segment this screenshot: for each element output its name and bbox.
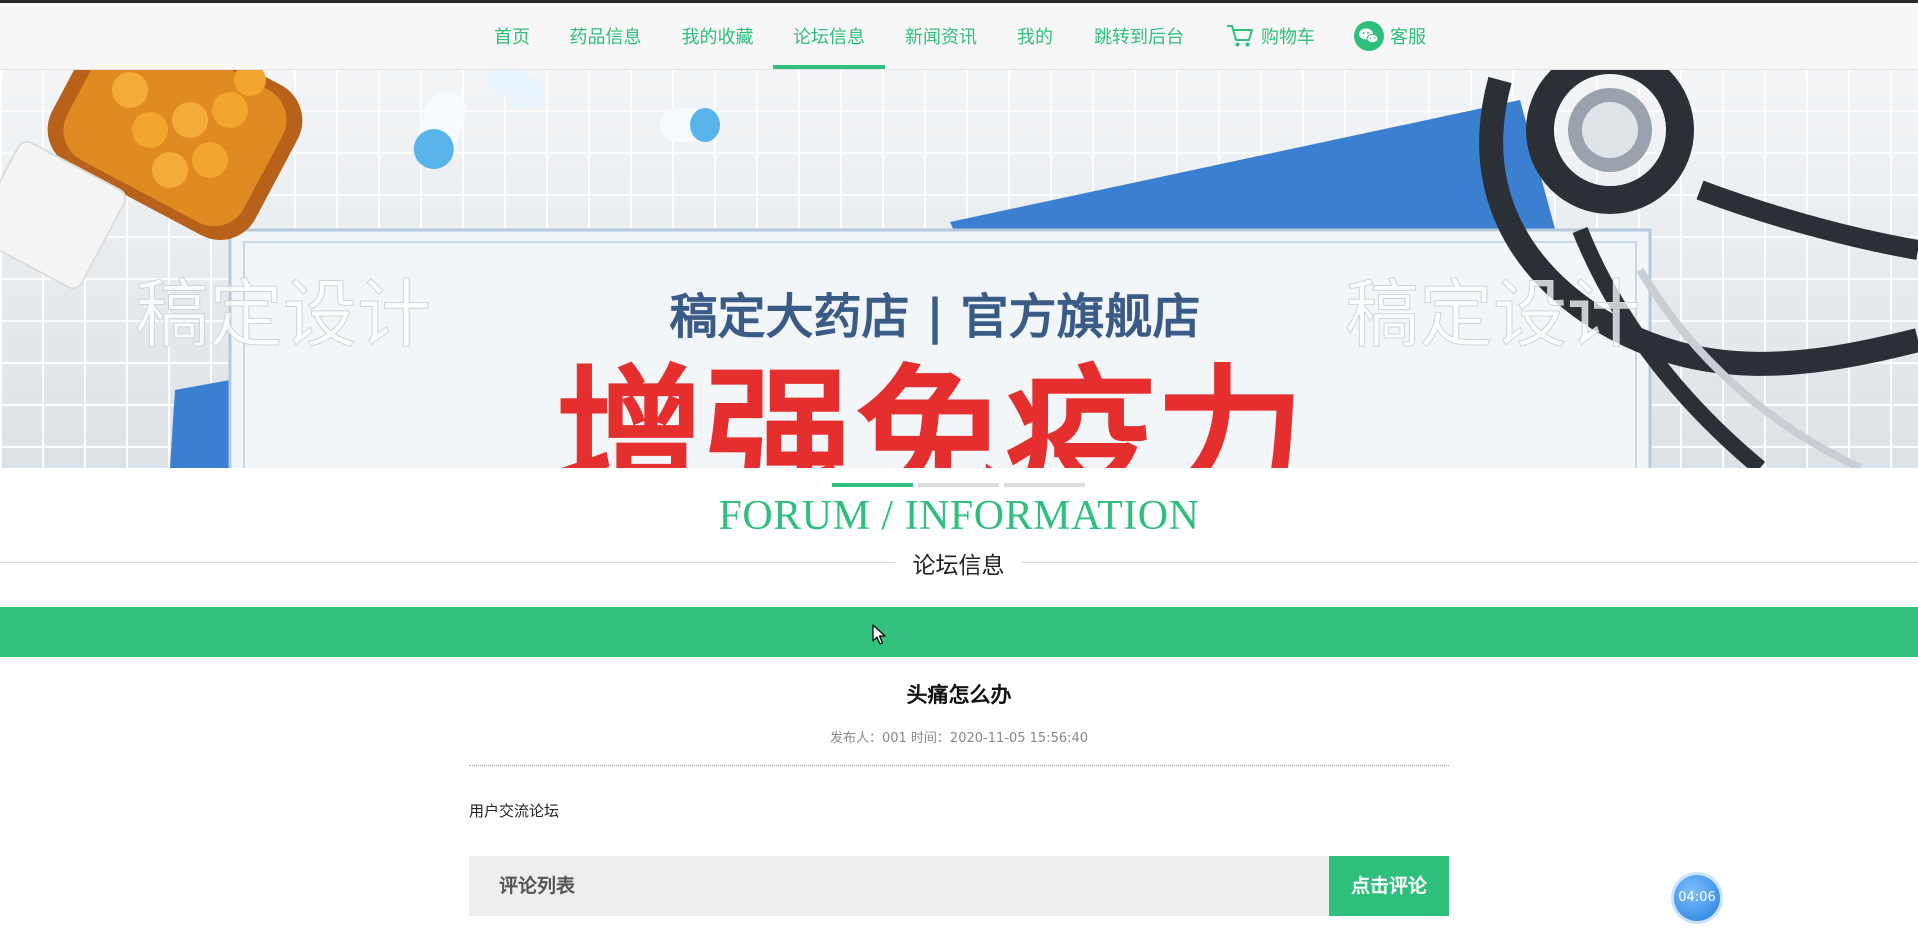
nav-drug-info[interactable]: 药品信息 [564,3,647,69]
carousel-indicators [832,483,1085,487]
nav-news[interactable]: 新闻资讯 [898,3,984,69]
nav-drug-info-label: 药品信息 [569,27,642,48]
nav-service-label: 客服 [1390,27,1426,48]
banner-artwork: 稿定设计 稿定设计 稿定大药店 | 官方旗舰店 增强免疫力 [0,70,1918,468]
section-title-cn: 论坛信息 [895,546,1022,580]
section-title-en: FORUM / INFORMATION [718,493,1200,539]
post-divider [469,765,1449,766]
nav-cart-label: 购物车 [1261,27,1315,48]
timer-badge[interactable]: 04:06 [1674,875,1720,921]
nav-home-label: 首页 [494,27,530,48]
add-comment-button[interactable]: 点击评论 [1329,856,1449,916]
top-nav: 首页 药品信息 我的收藏 论坛信息 新闻资讯 我的 跳转到后台 购物车 客服 [0,3,1918,70]
comment-list-label: 评论列表 [499,875,576,897]
nav-news-label: 新闻资讯 [905,27,977,48]
banner-store-name: 稿定大药店 | 官方旗舰店 [670,289,1201,345]
post-title: 头痛怎么办 [906,683,1012,707]
nav-admin-label: 跳转到后台 [1094,27,1184,48]
cart-icon [1225,23,1255,49]
banner-headline: 增强免疫力 [555,352,1305,468]
watermark-left: 稿定设计 [135,272,431,358]
nav-favorites[interactable]: 我的收藏 [676,3,759,69]
nav-mine-label: 我的 [1017,27,1053,48]
mouse-cursor-icon [872,624,886,645]
green-bar [0,607,1918,657]
carousel-dot-2[interactable] [918,483,999,487]
hero-banner[interactable]: 稿定设计 稿定设计 稿定大药店 | 官方旗舰店 增强免疫力 [0,70,1918,468]
post-meta: 发布人：001 时间：2020-11-05 15:56:40 [829,731,1088,746]
nav-cart[interactable]: 购物车 [1220,3,1320,69]
watermark-right: 稿定设计 [1345,272,1641,358]
nav-mine[interactable]: 我的 [1008,3,1062,69]
post-content: 用户交流论坛 [469,802,560,820]
nav-service[interactable]: 客服 [1350,3,1430,69]
comment-list-header: 评论列表 [469,856,1329,916]
capsule-icon [413,70,720,170]
nav-favorites-label: 我的收藏 [681,27,754,48]
nav-forum[interactable]: 论坛信息 [773,3,885,69]
carousel-dot-3[interactable] [1004,483,1085,487]
nav-admin[interactable]: 跳转到后台 [1088,3,1190,69]
nav-home[interactable]: 首页 [485,3,539,69]
carousel-dot-1[interactable] [832,483,913,487]
nav-forum-label: 论坛信息 [793,27,865,48]
wechat-icon [1354,21,1384,51]
